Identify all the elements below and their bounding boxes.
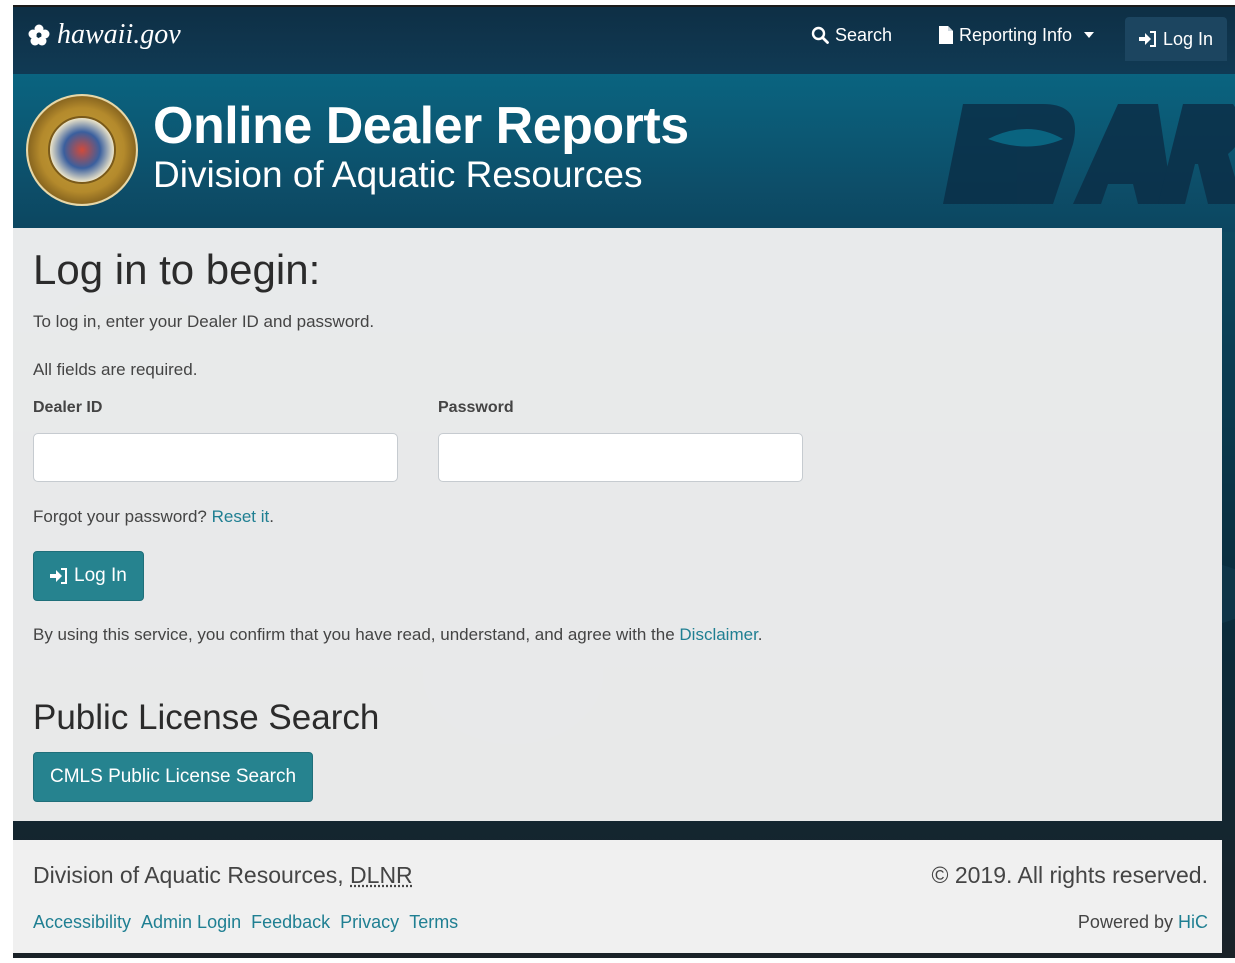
disclaimer-prefix: By using this service, you confirm that … [33,625,675,644]
nav-login-label: Log In [1163,28,1214,49]
nav-reporting-info-dropdown[interactable]: Reporting Info [939,7,1095,63]
hawaii-gov-brand-link[interactable]: hawaii.gov [27,19,181,51]
state-seal-logo [26,94,138,206]
footer-copyright: © 2019. All rights reserved. [931,862,1208,888]
public-license-heading: Public License Search [33,698,380,737]
banner-title: Online Dealer Reports [153,97,689,155]
forgot-suffix: . [269,507,274,526]
reset-password-link[interactable]: Reset it [212,507,270,526]
password-label: Password [438,399,514,416]
required-fields-note: All fields are required. [33,360,198,379]
hic-link[interactable]: HiC [1178,912,1208,932]
nav-search-label: Search [835,24,893,45]
login-heading: Log in to begin: [33,246,321,293]
footer-organization: Division of Aquatic Resources, DLNR [33,862,413,889]
banner-subtitle: Division of Aquatic Resources [153,154,643,195]
login-button-label: Log In [74,565,127,586]
chevron-down-icon [1084,32,1095,38]
footer-link-accessibility[interactable]: Accessibility [33,912,131,933]
login-instructions: To log in, enter your Dealer ID and pass… [33,312,375,331]
password-input[interactable] [438,433,803,482]
nav-reporting-label: Reporting Info [959,24,1073,45]
disclaimer-link[interactable]: Disclaimer [679,625,757,644]
top-navbar: hawaii.gov Search Reporting Info Log In [13,5,1235,74]
sign-in-icon [50,568,67,584]
seal-emblem [48,116,116,184]
nav-login-link[interactable]: Log In [1125,17,1228,61]
page-footer: Division of Aquatic Resources, DLNR © 20… [13,840,1222,953]
disclaimer-suffix: . [757,625,763,644]
search-icon [811,26,829,44]
login-button[interactable]: Log In [33,551,144,601]
footer-org-name: Division of Aquatic Resources, [33,862,344,888]
footer-link-feedback[interactable]: Feedback [251,912,330,933]
dealer-id-input[interactable] [33,433,398,482]
document-icon [939,26,953,44]
forgot-password-text: Forgot your password? Reset it. [33,507,274,527]
footer-link-admin-login[interactable]: Admin Login [141,912,241,933]
sign-in-icon [1139,31,1156,47]
hibiscus-icon [28,24,50,46]
dar-logo-watermark [943,104,1235,204]
footer-link-privacy[interactable]: Privacy [340,912,399,933]
login-panel: Log in to begin: To log in, enter your D… [13,228,1222,821]
powered-by: Powered by HiC [1078,912,1208,933]
nav-search-link[interactable]: Search [811,7,892,63]
powered-by-prefix: Powered by [1077,912,1173,932]
cmls-public-license-search-button[interactable]: CMLS Public License Search [33,752,314,802]
footer-link-terms[interactable]: Terms [409,912,458,933]
footer-links: Accessibility Admin Login Feedback Priva… [33,912,468,933]
page-banner: Online Dealer Reports Division of Aquati… [13,74,1235,232]
forgot-password-prompt: Forgot your password? [33,507,207,526]
brand-text: hawaii.gov [57,19,181,50]
disclaimer-text: By using this service, you confirm that … [33,625,763,645]
dealer-id-label: Dealer ID [33,399,103,416]
footer-org-abbr: DLNR [350,862,413,888]
